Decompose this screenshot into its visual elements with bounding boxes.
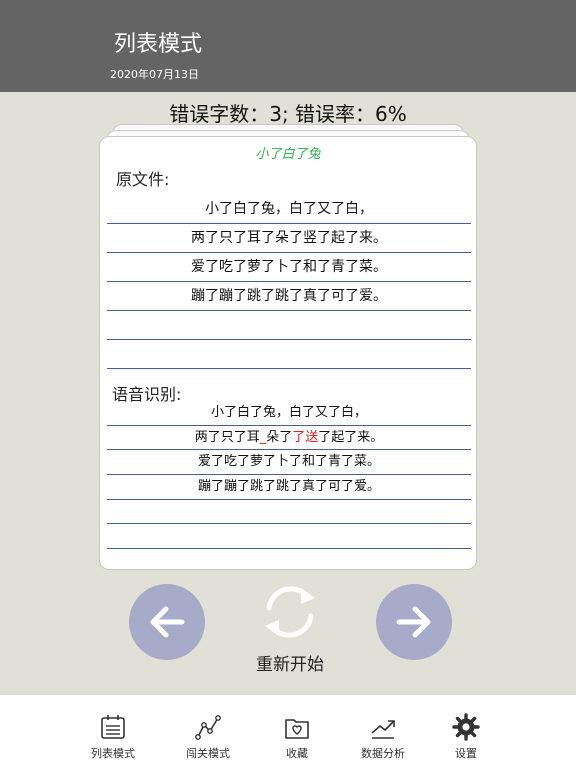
- trend-chart-icon: [371, 720, 395, 739]
- recognition-text: 两了只了耳: [194, 429, 260, 445]
- tab-label: 列表模式: [91, 747, 135, 760]
- card-title: 小了白了兔: [255, 147, 321, 162]
- tab-data-analysis[interactable]: 数据分析: [343, 695, 423, 768]
- text-card: 小了白了兔 原文件: 小了白了兔，白了又了白， 两了只了耳了朵了竖了起了来。 爱…: [99, 136, 477, 570]
- original-label: 原文件:: [116, 170, 170, 189]
- restart-button[interactable]: 重新开始: [240, 650, 340, 675]
- recognition-text: 朵了: [266, 429, 293, 445]
- calendar-list-icon: [101, 715, 125, 739]
- tab-label: 收藏: [286, 747, 308, 760]
- recognition-text: 爱了吃了萝了卜了和了青了菜。: [197, 454, 380, 470]
- recognition-error: 了送: [292, 429, 319, 445]
- recognition-text: 蹦了蹦了跳了跳了真了可了爱。: [197, 479, 380, 495]
- original-line: 两了只了耳了朵了竖了起了来。: [107, 224, 471, 253]
- heart-folder-icon: [285, 719, 309, 739]
- page-title: 列表模式: [114, 32, 203, 57]
- error-stats: 错误字数：3; 错误率：6%: [169, 102, 407, 126]
- recognition-line: 两了只了耳_朵了了送了起了来。: [107, 426, 471, 451]
- app-header: 列表模式 2020年07月13日: [0, 0, 576, 92]
- refresh-icon[interactable]: [257, 584, 323, 640]
- tab-label: 闯关模式: [186, 747, 230, 760]
- tab-list-mode[interactable]: 列表模式: [73, 695, 153, 768]
- original-line: [107, 340, 471, 369]
- original-line: 蹦了蹦了跳了跳了真了可了爱。: [107, 282, 471, 311]
- tab-settings[interactable]: 设置: [426, 695, 506, 768]
- tab-label: 设置: [455, 747, 477, 760]
- gear-icon: [452, 713, 480, 741]
- original-line: 小了白了兔，白了又了白，: [107, 195, 471, 224]
- original-lines: 小了白了兔，白了又了白， 两了只了耳了朵了竖了起了来。 爱了吃了萝了卜了和了青了…: [107, 195, 471, 369]
- arrow-right-icon: [396, 606, 431, 638]
- original-line: 爱了吃了萝了卜了和了青了菜。: [107, 253, 471, 282]
- arrow-left-icon: [150, 606, 185, 638]
- recognition-text: 小了白了兔，白了又了白，: [210, 405, 367, 420]
- original-line: [107, 311, 471, 340]
- recognition-line: 爱了吃了萝了卜了和了青了菜。: [107, 450, 471, 476]
- tab-bar: 列表模式 闯关模式 收藏 数据分析 设置: [0, 694, 576, 768]
- recognition-text: 了起了来。: [318, 429, 384, 445]
- tab-label: 数据分析: [361, 747, 405, 760]
- recognition-line: [107, 524, 471, 550]
- recognition-line: 小了白了兔，白了又了白，: [107, 401, 471, 426]
- page-date: 2020年07月13日: [110, 68, 199, 81]
- tab-level-mode[interactable]: 闯关模式: [168, 695, 248, 768]
- next-button[interactable]: [376, 584, 452, 660]
- recognition-line: [107, 500, 471, 525]
- previous-button[interactable]: [129, 584, 205, 660]
- tab-favorites[interactable]: 收藏: [257, 695, 337, 768]
- route-icon: [195, 715, 221, 740]
- recognition-line: 蹦了蹦了跳了跳了真了可了爱。: [107, 475, 471, 500]
- recognition-lines: 小了白了兔，白了又了白， 两了只了耳_朵了了送了起了来。 爱了吃了萝了卜了和了青…: [107, 401, 471, 550]
